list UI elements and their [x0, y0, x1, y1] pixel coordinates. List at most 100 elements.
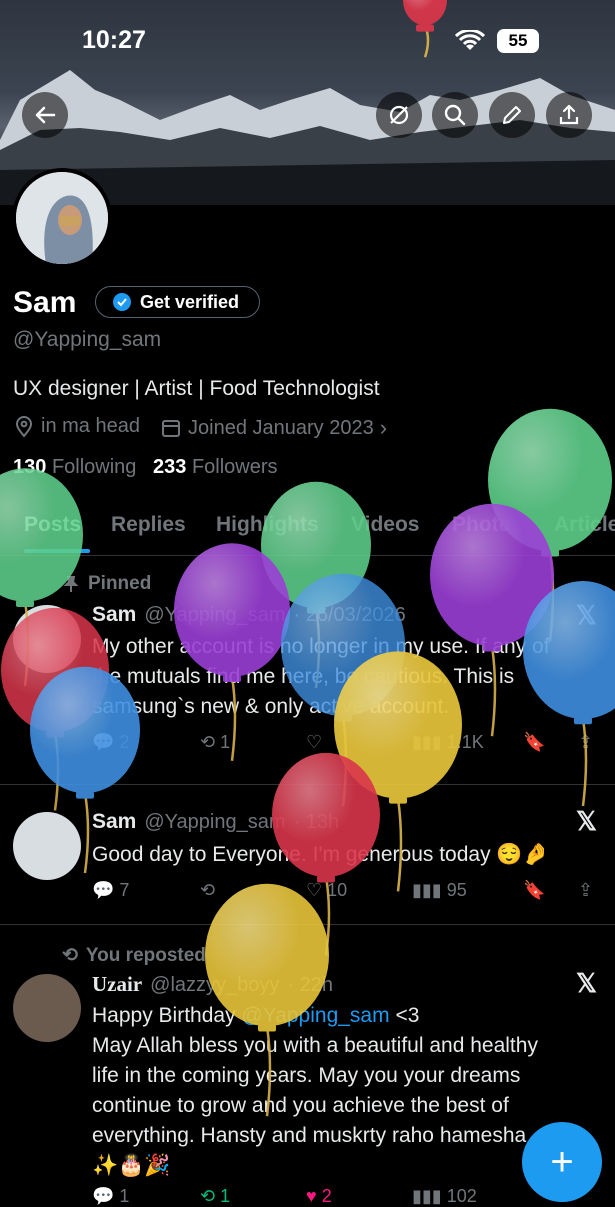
- x-logo-icon: 𝕏: [576, 968, 597, 998]
- profile-location: in ma head: [13, 415, 140, 438]
- post-avatar[interactable]: [13, 974, 81, 1042]
- tab-articles[interactable]: Articles: [554, 513, 615, 537]
- x-logo-icon: 𝕏: [576, 806, 597, 836]
- like-button[interactable]: ♡ 10: [306, 880, 347, 901]
- post-avatar[interactable]: [13, 605, 81, 673]
- mention-link[interactable]: @Yapping_sam: [241, 1004, 389, 1027]
- profile-bio: UX designer | Artist | Food Technologist: [13, 377, 380, 400]
- tab-videos[interactable]: Videos: [351, 513, 419, 537]
- edit-button[interactable]: [489, 92, 535, 138]
- tab-photos[interactable]: Photos: [452, 513, 523, 537]
- bookmark-icon: 🔖: [523, 880, 546, 900]
- reply-icon: 💬: [92, 1186, 115, 1206]
- post-author-name[interactable]: Uzair: [92, 972, 142, 997]
- post-text: My other account is no longer in my use.…: [92, 635, 550, 718]
- profile-joined: Joined January 2023 ›: [160, 415, 387, 441]
- repost-button[interactable]: ⟲ 1: [200, 1186, 230, 1207]
- profile-avatar[interactable]: [12, 168, 112, 268]
- verified-badge-icon: [113, 293, 131, 311]
- views-button[interactable]: ▮▮▮ 102: [412, 1186, 477, 1207]
- wifi-icon: [454, 28, 486, 57]
- tab-replies[interactable]: Replies: [111, 513, 186, 537]
- followers-label: Followers: [191, 456, 278, 478]
- post-time: · 22h: [287, 974, 333, 996]
- post-header: Sam @Yapping_sam · 26/03/2026: [92, 603, 406, 627]
- repost-button[interactable]: ⟲: [200, 880, 220, 901]
- views-icon: ▮▮▮: [412, 732, 442, 752]
- like-button[interactable]: ♥ 2: [306, 1186, 332, 1207]
- back-arrow-icon: [35, 106, 56, 124]
- share-icon: ⇪: [578, 880, 594, 900]
- heart-icon: ♡: [306, 732, 323, 752]
- bookmark-button[interactable]: 🔖: [523, 880, 545, 901]
- views-button[interactable]: ▮▮▮ 95: [412, 880, 467, 901]
- share-post-button[interactable]: ⇪: [578, 880, 593, 901]
- x-logo-icon: 𝕏: [576, 600, 597, 630]
- post-time: · 13h: [293, 811, 340, 833]
- reply-button[interactable]: 💬 7: [92, 880, 129, 901]
- repost-button[interactable]: ⟲ 1: [200, 732, 230, 753]
- reply-icon: 💬: [92, 880, 115, 900]
- location-pin-icon: [15, 415, 33, 438]
- followers-count: 233: [153, 456, 187, 478]
- mute-button[interactable]: [376, 92, 422, 138]
- following-count: 130: [13, 456, 47, 478]
- post-time: · 26/03/2026: [293, 604, 406, 626]
- profile-handle: @Yapping_sam: [13, 328, 162, 351]
- post-header: Uzair @lazzyy_boyy · 22h: [92, 972, 333, 997]
- battery-indicator: 55: [497, 29, 539, 53]
- active-tab-indicator: [24, 549, 90, 553]
- joined-text: Joined January 2023: [188, 416, 374, 439]
- location-text: in ma head: [41, 415, 140, 437]
- pin-icon: [63, 576, 79, 592]
- post-author-handle[interactable]: @Yapping_sam: [144, 604, 285, 627]
- like-button[interactable]: ♡: [306, 732, 327, 753]
- views-button[interactable]: ▮▮▮ 1.1K: [412, 732, 484, 753]
- following-link[interactable]: 130 Following: [13, 456, 136, 479]
- tab-posts[interactable]: Posts: [24, 513, 81, 537]
- repost-icon: ⟲: [200, 880, 216, 900]
- tab-highlights[interactable]: Highlights: [216, 513, 319, 537]
- share-icon: [559, 104, 579, 125]
- post-avatar[interactable]: [13, 812, 81, 880]
- repost-icon: ⟲: [200, 1186, 216, 1206]
- followers-link[interactable]: 233 Followers: [153, 456, 278, 479]
- repost-icon: ⟲: [200, 732, 216, 752]
- bookmark-button[interactable]: 🔖: [523, 732, 545, 753]
- search-icon: [444, 104, 466, 126]
- reply-button[interactable]: 💬 1: [92, 1186, 129, 1207]
- divider: [0, 924, 615, 925]
- profile-name: Sam: [13, 286, 77, 319]
- compose-button[interactable]: +: [522, 1122, 602, 1202]
- post-author-name[interactable]: Sam: [92, 603, 136, 627]
- post-author-name[interactable]: Sam: [92, 810, 136, 834]
- bookmark-icon: 🔖: [523, 732, 546, 752]
- back-button[interactable]: [22, 92, 68, 138]
- post-author-handle[interactable]: @lazzyy_boyy: [150, 974, 279, 997]
- mute-icon: [389, 105, 409, 125]
- views-icon: ▮▮▮: [412, 1186, 442, 1206]
- post-text: Good day to Everyone. I'm generous today…: [92, 843, 549, 866]
- pencil-icon: [503, 106, 521, 124]
- reposted-label: ⟲ You reposted: [62, 944, 206, 967]
- profile-tabs: Posts Replies Highlights Videos Photos A…: [0, 505, 615, 556]
- post-header: Sam @Yapping_sam · 13h: [92, 810, 339, 834]
- pinned-label: Pinned: [62, 573, 151, 595]
- heart-icon: ♡: [306, 880, 323, 900]
- repost-icon: ⟲: [62, 945, 78, 966]
- share-post-button[interactable]: ⇪: [578, 732, 593, 753]
- share-icon: ⇪: [578, 732, 594, 752]
- calendar-icon: [162, 420, 180, 437]
- reply-icon: 💬: [92, 732, 115, 752]
- reply-button[interactable]: 💬 2: [92, 732, 129, 753]
- heart-icon: ♥: [306, 1186, 317, 1206]
- chevron-right-icon[interactable]: ›: [380, 415, 387, 441]
- divider: [0, 784, 615, 785]
- following-label: Following: [51, 456, 137, 478]
- status-time: 10:27: [82, 26, 146, 54]
- get-verified-button[interactable]: Get verified: [95, 286, 260, 318]
- share-button[interactable]: [546, 92, 592, 138]
- search-button[interactable]: [432, 92, 478, 138]
- post-author-handle[interactable]: @Yapping_sam: [144, 811, 285, 834]
- get-verified-label: Get verified: [140, 291, 240, 312]
